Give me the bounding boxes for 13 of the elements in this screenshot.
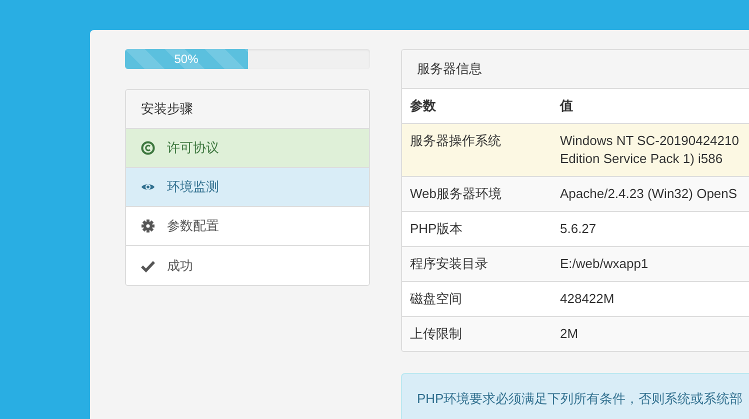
notice-alert: PHP环境要求必须满足下列所有条件，否则系统或系统部 <box>401 373 749 419</box>
check-icon <box>141 258 155 272</box>
table-cell: 上传限制 <box>402 316 552 351</box>
steps-header: 安装步骤 <box>126 90 369 129</box>
progress-fill: 50% <box>125 49 248 69</box>
step-item[interactable]: 环境监测 <box>126 168 369 207</box>
step-item[interactable]: 许可协议 <box>126 129 369 168</box>
card-title: 服务器信息 <box>402 50 749 89</box>
copyright-icon <box>141 141 155 155</box>
column-header: 参数 <box>402 89 552 124</box>
column-header: 值 <box>552 89 749 124</box>
gear-icon <box>141 219 155 233</box>
table-cell: 2M <box>552 316 749 351</box>
